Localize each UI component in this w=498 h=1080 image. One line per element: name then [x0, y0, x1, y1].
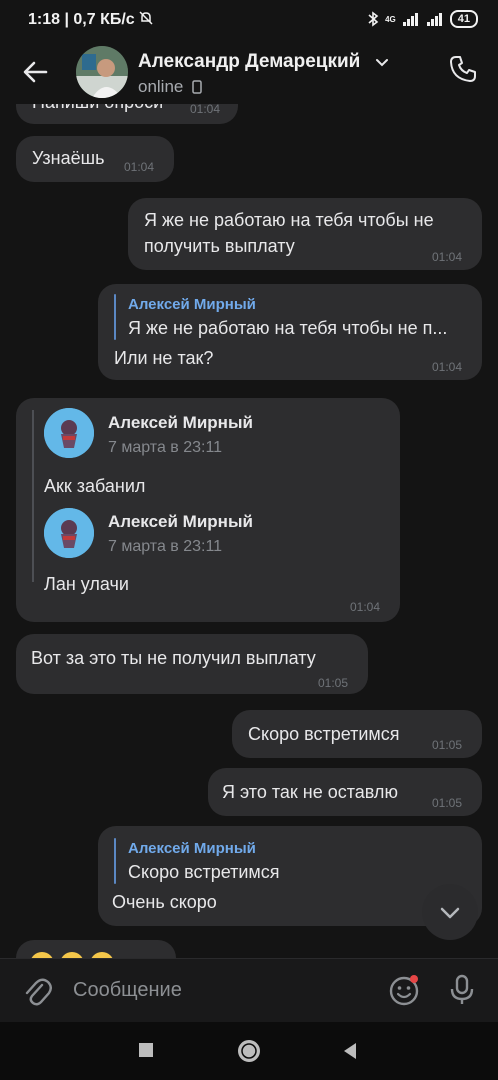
- mobile-device-icon: [192, 80, 202, 94]
- back-arrow-icon[interactable]: [20, 56, 52, 88]
- message-text: Напиши опроси: [32, 104, 163, 113]
- contact-name[interactable]: Александр Демарецкий: [138, 51, 360, 73]
- forward-bar: [32, 410, 34, 582]
- message-text: Узнаёшь: [32, 148, 105, 168]
- home-circle-icon[interactable]: [236, 1038, 262, 1064]
- message-time: 01:04: [124, 160, 155, 174]
- reply-quote: Скоро встретимся: [128, 862, 280, 882]
- system-nav-bar: [0, 1022, 498, 1080]
- message-text: Скоро встретимся: [248, 724, 400, 744]
- message-text: Или не так?: [114, 348, 214, 368]
- avatar-image: [44, 408, 94, 458]
- message-outgoing[interactable]: Я это так не оставлю 01:05: [208, 768, 482, 816]
- battery-indicator: 41: [449, 10, 478, 28]
- message-list[interactable]: Напиши опроси 01:04 Узнаёшь 01:04 Я же н…: [0, 104, 498, 958]
- attach-paperclip-icon[interactable]: [22, 975, 52, 1007]
- avatar-image: [44, 508, 94, 558]
- message-incoming[interactable]: Узнаёшь 01:04: [16, 136, 174, 182]
- message-outgoing[interactable]: Скоро встретимся 01:05: [232, 710, 482, 758]
- bluetooth-icon: [368, 11, 379, 27]
- forward-author[interactable]: Алексей Мирный: [108, 512, 253, 532]
- signal-icon-2: [426, 13, 442, 26]
- reply-bar: [114, 294, 116, 340]
- message-text-line1: Я же не работаю на тебя чтобы не: [144, 210, 434, 230]
- message-outgoing-reply[interactable]: Алексей Мирный Я же не работаю на тебя ч…: [98, 284, 482, 380]
- message-text: Очень скоро: [112, 892, 217, 912]
- reply-author: Алексей Мирный: [128, 840, 256, 857]
- status-speed: 0,7 КБ/с: [73, 11, 135, 28]
- message-time: 01:04: [432, 360, 463, 374]
- reply-quote: Я же не работаю на тебя чтобы не п...: [128, 318, 448, 338]
- contact-avatar[interactable]: [76, 46, 128, 98]
- network-type: 4G: [385, 14, 396, 24]
- message-input[interactable]: Сообщение: [73, 979, 182, 1002]
- reply-author: Алексей Мирный: [128, 296, 256, 313]
- emoji-sticker-icon[interactable]: [388, 973, 422, 1007]
- forward-date: 7 марта в 23:11: [108, 538, 223, 555]
- status-time: 1:18: [28, 11, 61, 28]
- forward-avatar[interactable]: [44, 408, 94, 458]
- message-incoming-emoji[interactable]: [16, 940, 176, 958]
- status-left: 1:18 | 0,7 КБ/с: [28, 11, 153, 29]
- message-incoming[interactable]: Вот за это ты не получил выплату 01:05: [16, 634, 368, 694]
- message-text-line2: получить выплату: [144, 236, 295, 256]
- recents-square-icon[interactable]: [138, 1042, 154, 1058]
- message-incoming[interactable]: Напиши опроси 01:04: [16, 104, 238, 124]
- forward-date: 7 марта в 23:11: [108, 439, 223, 456]
- mute-bell-icon: [139, 11, 153, 25]
- signal-icon: [402, 13, 418, 26]
- scroll-down-button[interactable]: [422, 884, 478, 940]
- avatar-photo: [76, 46, 128, 98]
- message-time: 01:04: [350, 600, 381, 614]
- message-text: Вот за это ты не получил выплату: [31, 648, 316, 668]
- back-triangle-icon[interactable]: [342, 1042, 358, 1060]
- message-composer: Сообщение: [0, 958, 498, 1023]
- status-bar: 1:18 | 0,7 КБ/с 4G 41: [0, 0, 498, 40]
- forward-author[interactable]: Алексей Мирный: [108, 413, 253, 433]
- status-right: 4G 41: [367, 10, 478, 28]
- chevron-down-icon: [440, 907, 460, 919]
- chevron-down-icon[interactable]: [374, 54, 390, 70]
- message-time: 01:05: [318, 676, 349, 690]
- forward-avatar[interactable]: [44, 508, 94, 558]
- contact-status: online: [138, 77, 184, 96]
- microphone-icon[interactable]: [448, 973, 476, 1007]
- message-time: 01:05: [432, 796, 463, 810]
- message-text: Я это так не оставлю: [222, 782, 398, 802]
- forward-text: Лан улачи: [44, 574, 129, 594]
- message-time: 01:05: [432, 738, 463, 752]
- reply-bar: [114, 838, 116, 884]
- forward-text: Акк забанил: [44, 476, 146, 496]
- phone-call-icon[interactable]: [448, 54, 478, 84]
- chat-header: Александр Демарецкий online: [0, 40, 498, 104]
- message-time: 01:04: [432, 250, 463, 264]
- message-time: 01:04: [190, 104, 221, 116]
- message-forwarded[interactable]: Алексей Мирный 7 марта в 23:11 Акк забан…: [16, 398, 400, 622]
- message-outgoing[interactable]: Я же не работаю на тебя чтобы не получит…: [128, 198, 482, 270]
